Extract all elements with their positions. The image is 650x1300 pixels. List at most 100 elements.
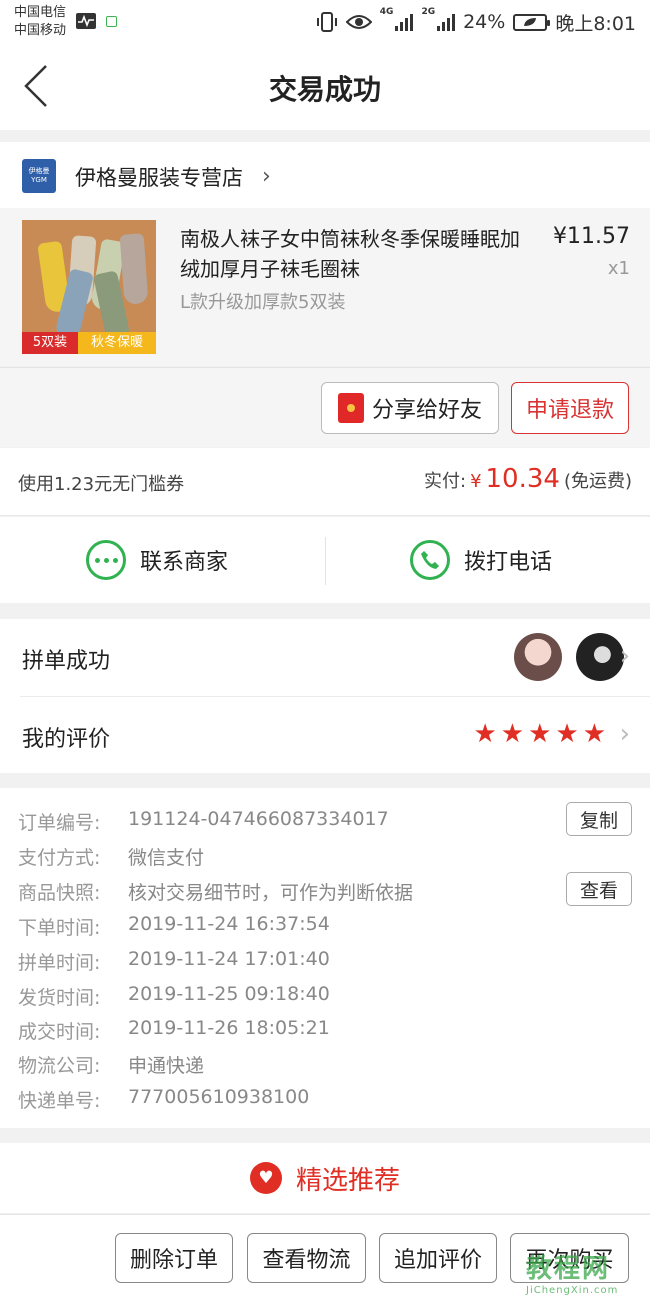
chevron-right-icon: › (619, 641, 630, 671)
call-label: 拨打电话 (464, 550, 553, 575)
header: 交易成功 (0, 44, 650, 130)
recommend-header: ♥ 精选推荐 (0, 1143, 650, 1213)
deal-time-label: 成交时间: (18, 1021, 101, 1043)
order-info: 订单编号: 191124-047466087334017 复制 支付方式: 微信… (0, 788, 650, 1128)
pay-method-line: 支付方式: 微信支付 (18, 843, 204, 870)
watermark-top: 教程网 (526, 1254, 611, 1284)
view-snapshot-button[interactable]: 查看 (566, 872, 632, 906)
chat-bubble-icon (86, 540, 126, 580)
group-success-row[interactable]: 拼单成功 › (20, 619, 650, 697)
deal-time-line: 成交时间: 2019-11-26 18:05:21 (18, 1017, 330, 1044)
contact-merchant-button[interactable]: 联系商家 (86, 517, 228, 603)
order-time-label: 下单时间: (18, 917, 101, 939)
payment-summary: 使用1.23元无门槛券 实付: ¥ 10.34 (免运费) (0, 448, 650, 516)
courier-value: 申通快递 (128, 1055, 205, 1077)
ship-time-value: 2019-11-25 09:18:40 (128, 983, 330, 1005)
page-title: 交易成功 (268, 73, 381, 106)
eye-icon (345, 15, 372, 29)
activity-icon (76, 13, 96, 29)
store-logo-text: 伊格曼 (28, 167, 50, 175)
call-button[interactable]: 拨打电话 (410, 517, 552, 603)
group-time-line: 拼单时间: 2019-11-24 17:01:40 (18, 948, 330, 975)
store-row[interactable]: 伊格曼 YGM 伊格曼服装专营店 › (0, 142, 650, 208)
tracking-value: 777005610938100 (128, 1086, 310, 1108)
status-bar: 中国电信 中国移动 4G 2G 24% 晚上8:01 (0, 0, 650, 44)
deal-time-value: 2019-11-26 18:05:21 (128, 1017, 330, 1039)
store-logo: 伊格曼 YGM (22, 159, 56, 193)
order-time-line: 下单时间: 2019-11-24 16:37:54 (18, 913, 330, 940)
courier-label: 物流公司: (18, 1055, 101, 1077)
star-icon: ★ (528, 719, 552, 749)
group-time-value: 2019-11-24 17:01:40 (128, 948, 330, 970)
avatar[interactable] (576, 633, 624, 681)
my-review-row[interactable]: 我的评价 ★ ★ ★ ★ ★ › (20, 697, 650, 775)
vibrate-icon (316, 12, 337, 32)
contact-merchant-label: 联系商家 (140, 550, 229, 575)
snapshot-label: 商品快照: (18, 882, 101, 904)
ship-time-label: 发货时间: (18, 987, 101, 1009)
chevron-right-icon: › (619, 719, 630, 749)
watermark-bottom: JiChengXin.com (526, 1285, 619, 1296)
carrier-1: 中国电信 (14, 5, 67, 20)
product-card[interactable]: 5双装 秋冬保暖 南极人袜子女中筒袜秋冬季保暖睡眠加绒加厚月子袜毛圈袜 L款升级… (0, 208, 650, 366)
phone-icon (410, 540, 450, 580)
share-button[interactable]: 分享给好友 (321, 382, 499, 434)
product-variant: L款升级加厚款5双装 (180, 292, 346, 313)
view-logistics-button[interactable]: 查看物流 (247, 1233, 366, 1283)
battery-icon (513, 13, 551, 31)
group-success-label: 拼单成功 (22, 649, 111, 674)
product-title[interactable]: 南极人袜子女中筒袜秋冬季保暖睡眠加绒加厚月子袜毛圈袜 (180, 224, 532, 284)
app-notification-icon (106, 16, 117, 27)
product-tag-pack: 5双装 (22, 332, 78, 354)
my-review-label: 我的评价 (22, 727, 111, 752)
recommend-label: 精选推荐 (295, 1165, 400, 1196)
carrier-info: 中国电信 中国移动 (14, 4, 66, 40)
watermark-logo: 教程网 JiChengXin.com (526, 1248, 646, 1298)
tracking-label: 快递单号: (18, 1090, 101, 1112)
shipping-note: (免运费) (563, 471, 632, 492)
signal-icon-1 (395, 13, 414, 31)
pay-method-value: 微信支付 (128, 847, 205, 869)
order-number-line: 订单编号: 191124-047466087334017 (18, 808, 389, 835)
store-logo-sub: YGM (31, 176, 47, 184)
avatar[interactable] (514, 633, 562, 681)
star-icon: ★ (555, 719, 579, 749)
tracking-line: 快递单号: 777005610938100 (18, 1086, 309, 1113)
order-actions: 分享给好友 申请退款 (0, 367, 650, 447)
paid-label: 实付: (423, 471, 467, 492)
currency-symbol: ¥ (470, 471, 482, 492)
paid-amount: 实付: ¥ 10.34 (免运费) (424, 464, 632, 494)
rating-stars: ★ ★ ★ ★ ★ (473, 719, 606, 749)
order-time-value: 2019-11-24 16:37:54 (128, 913, 330, 935)
paid-value: 10.34 (485, 464, 560, 494)
star-icon: ★ (582, 719, 606, 749)
group-review-section: 拼单成功 › 我的评价 ★ ★ ★ ★ ★ › (0, 619, 650, 773)
product-image[interactable]: 5双装 秋冬保暖 (22, 220, 156, 354)
product-tag-warm: 秋冬保暖 (78, 332, 156, 354)
net-type-2: 2G (421, 7, 436, 17)
pay-method-label: 支付方式: (18, 847, 101, 869)
refund-button[interactable]: 申请退款 (511, 382, 629, 434)
battery-percent: 24% (463, 11, 506, 33)
star-icon: ★ (500, 719, 525, 749)
chevron-right-icon: › (262, 164, 271, 189)
heart-icon: ♥ (249, 1162, 282, 1194)
add-review-button[interactable]: 追加评价 (379, 1233, 497, 1283)
delete-order-button[interactable]: 删除订单 (115, 1233, 233, 1283)
carrier-2: 中国移动 (14, 23, 67, 38)
snapshot-line: 商品快照: 核对交易细节时，可作为判断依据 (18, 878, 413, 905)
clock: 晚上8:01 (555, 12, 636, 35)
net-type-1: 4G (379, 7, 394, 17)
star-icon: ★ (473, 719, 497, 749)
leaf-icon (524, 18, 537, 26)
red-packet-icon (337, 393, 364, 423)
copy-button[interactable]: 复制 (566, 802, 632, 836)
store-name[interactable]: 伊格曼服装专营店 (75, 162, 243, 192)
signal-icon-2 (437, 13, 456, 31)
product-quantity: x1 (607, 258, 630, 279)
snapshot-value: 核对交易细节时，可作为判断依据 (128, 882, 414, 904)
group-time-label: 拼单时间: (18, 952, 101, 974)
ship-time-line: 发货时间: 2019-11-25 09:18:40 (18, 983, 330, 1010)
contact-row: 联系商家 拨打电话 (0, 517, 650, 603)
product-price: ¥11.57 (553, 224, 630, 249)
